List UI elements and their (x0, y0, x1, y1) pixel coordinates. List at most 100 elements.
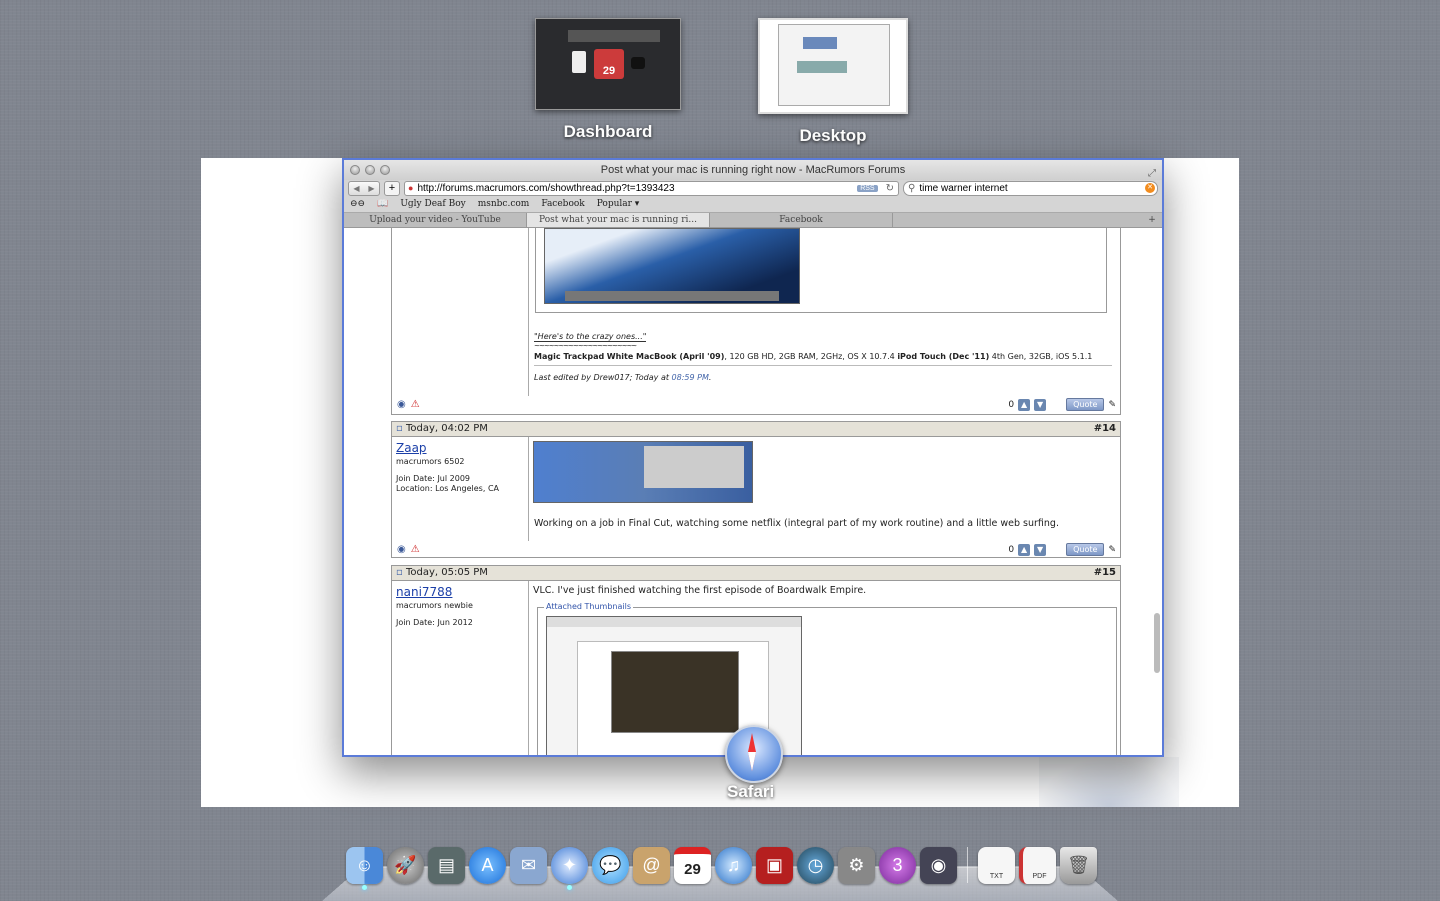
safari-window[interactable]: Post what your mac is running right now … (342, 158, 1164, 757)
space-label-desktop: Desktop (799, 126, 867, 145)
search-text: time warner internet (919, 182, 1008, 194)
post-message: Working on a job in Final Cut, watching … (529, 437, 1120, 541)
quote-button[interactable]: Quote (1066, 398, 1105, 411)
calendar-icon[interactable]: 29 (674, 847, 711, 884)
post-text: Working on a job in Final Cut, watching … (534, 518, 1059, 529)
quote-button[interactable]: Quote (1066, 543, 1105, 556)
tab-bar: Upload your video - YouTube Post what yo… (344, 212, 1162, 228)
iphoto-icon[interactable]: ▤ (428, 847, 465, 884)
online-status-icon[interactable]: ◉ (397, 544, 406, 555)
post-icon: ▫ (396, 423, 403, 434)
system-preferences-icon[interactable]: ⚙ (838, 847, 875, 884)
finder-icon[interactable]: ☺ (346, 847, 383, 890)
istat-icon[interactable]: 3 (879, 847, 916, 884)
safari-app-icon[interactable] (725, 725, 783, 783)
post-message: "Here's to the crazy ones..." ~~~~~~~~~~… (529, 228, 1120, 396)
reload-icon[interactable]: ↻ (882, 183, 898, 194)
dock-separator (967, 847, 968, 883)
tab-macrumors[interactable]: Post what your mac is running ri... (527, 213, 710, 227)
window-titlebar[interactable]: Post what your mac is running right now … (344, 160, 1162, 180)
post-footer: ◉ ⚠ 0 ▲ ▼ Quote ✎ (392, 396, 1120, 414)
attached-screenshot[interactable] (533, 441, 753, 503)
screenshot-video-player (611, 651, 739, 733)
contacts-icon[interactable]: @ (633, 847, 670, 884)
scrollbar[interactable] (1154, 613, 1160, 673)
app-store-icon[interactable]: A (469, 847, 506, 884)
sig-trackpad: Magic Trackpad (534, 352, 605, 361)
fullscreen-icon[interactable]: ⤢ (1148, 164, 1156, 184)
calendar-widget: 29 (594, 49, 624, 79)
reading-list-icon[interactable]: ⊖⊖ (350, 199, 365, 209)
desktop-decoration (1039, 757, 1179, 807)
minimize-button[interactable] (365, 165, 375, 175)
bookmark-item[interactable]: Facebook (541, 199, 584, 209)
messages-icon[interactable]: 💬 (592, 847, 629, 884)
dock: ☺ 🚀 ▤ A ✉ ✦ 💬 @ 29 ♫ ▣ ◷ ⚙ 3 ◉ TXT PDF 🗑 (322, 845, 1118, 901)
bookmarks-icon[interactable]: 📖 (377, 199, 388, 209)
bookmark-item[interactable]: msnbc.com (478, 199, 530, 209)
user-title: macrumors 6502 (396, 457, 465, 466)
space-dashboard[interactable]: 29 Dashboard (535, 18, 681, 142)
back-icon[interactable]: ◀ (353, 184, 359, 193)
desktop-thumbnail[interactable] (758, 18, 908, 114)
attached-screenshot[interactable] (544, 228, 800, 304)
pdf-document-icon[interactable]: PDF (1019, 847, 1056, 884)
desktop-thumb-image (803, 37, 837, 49)
itunes-icon[interactable]: ♫ (715, 847, 752, 884)
forum-post: "Here's to the crazy ones..." ~~~~~~~~~~… (391, 228, 1121, 415)
sig-ipod-specs: 4th Gen, 32GB, iOS 5.1.1 (989, 352, 1093, 361)
safari-icon[interactable]: ✦ (551, 847, 588, 890)
dashboard-thumbnail[interactable]: 29 (535, 18, 681, 110)
multi-quote-icon[interactable]: ✎ (1108, 400, 1116, 410)
search-icon: ⚲ (908, 182, 916, 194)
attached-thumbnails-label: Attached Thumbnails (544, 602, 634, 611)
mail-icon[interactable]: ✉ (510, 847, 547, 884)
user-location: Location: Los Angeles, CA (396, 484, 499, 493)
vote-down-icon[interactable]: ▼ (1034, 398, 1047, 411)
post-number[interactable]: #15 (1094, 566, 1116, 580)
new-tab-button[interactable]: + (1142, 213, 1162, 227)
join-date: Join Date: Jul 2009 (396, 474, 471, 483)
space-desktop[interactable]: Desktop (758, 18, 908, 146)
search-field[interactable]: ⚲ time warner internet ✕ (903, 180, 1158, 196)
bookmark-item[interactable]: Popular ▾ (597, 199, 640, 209)
edited-time: 08:59 PM (671, 373, 709, 382)
attached-thumbnails-box: Attached Thumbnails (537, 602, 1117, 755)
tab-facebook[interactable]: Facebook (710, 213, 893, 227)
report-post-icon[interactable]: ⚠ (411, 544, 420, 555)
username-link[interactable]: Zaap (396, 441, 524, 455)
forward-icon[interactable]: ▶ (368, 184, 374, 193)
weather-widget (631, 57, 645, 69)
edited-end: . (708, 373, 712, 382)
close-button[interactable] (350, 165, 360, 175)
online-status-icon[interactable]: ◉ (397, 399, 406, 410)
page-content[interactable]: "Here's to the crazy ones..." ~~~~~~~~~~… (344, 228, 1162, 755)
post-user-column: Zaap macrumors 6502 Join Date: Jul 2009 L… (392, 437, 529, 541)
vote-down-icon[interactable]: ▼ (1034, 543, 1047, 556)
vote-up-icon[interactable]: ▲ (1018, 398, 1031, 411)
screenshot-window (644, 446, 744, 488)
zoom-button[interactable] (380, 165, 390, 175)
signature-divider: ~~~~~~~~~~~~~~~~~~~~~ (534, 342, 637, 350)
rss-button[interactable]: RSS (857, 184, 878, 192)
txt-document-icon[interactable]: TXT (978, 847, 1015, 884)
username-link[interactable]: nani7788 (396, 585, 524, 599)
time-machine-icon[interactable]: ◷ (797, 847, 834, 884)
photo-booth-icon[interactable]: ▣ (756, 847, 793, 884)
vote-up-icon[interactable]: ▲ (1018, 543, 1031, 556)
launchpad-icon[interactable]: 🚀 (387, 847, 424, 884)
edited-text: Last edited by Drew017; Today at (534, 373, 672, 382)
bookmark-item[interactable]: Ugly Deaf Boy (400, 199, 465, 209)
add-bookmark-button[interactable]: + (384, 180, 400, 196)
tab-youtube[interactable]: Upload your video - YouTube (344, 213, 527, 227)
report-post-icon[interactable]: ⚠ (411, 399, 420, 410)
trash-icon[interactable]: 🗑 (1060, 847, 1097, 884)
address-bar[interactable]: ● http://forums.macrumors.com/showthread… (404, 180, 899, 196)
vote-score: 0 (1008, 544, 1015, 555)
multi-quote-icon[interactable]: ✎ (1108, 545, 1116, 555)
facetime-icon[interactable]: ◉ (920, 847, 957, 884)
clear-search-icon[interactable]: ✕ (1145, 183, 1155, 193)
back-forward-buttons[interactable]: ◀ ▶ (348, 180, 380, 196)
post-number[interactable]: #14 (1094, 422, 1116, 436)
post-user-column: nani7788 macrumors newbie Join Date: Jun… (392, 581, 529, 755)
